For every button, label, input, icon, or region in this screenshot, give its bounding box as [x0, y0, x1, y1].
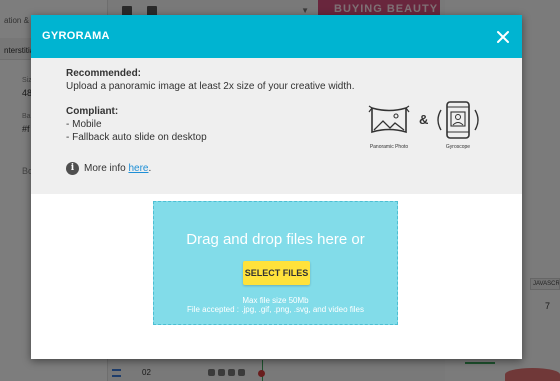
- ampersand: &: [419, 112, 429, 127]
- accepted-files: File accepted : .jpg, .gif, .png, .svg, …: [187, 305, 364, 314]
- select-files-button[interactable]: SELECT FILES: [243, 261, 310, 285]
- panoramic-photo-icon: [364, 100, 414, 145]
- gyroscope-caption: Gyroscope: [445, 144, 471, 150]
- more-info-suffix: .: [148, 163, 152, 174]
- info-icon: i: [66, 162, 79, 175]
- panoramic-photo-caption: Panoramic Photo: [369, 144, 409, 150]
- drop-zone-title: Drag and drop files here or: [186, 231, 365, 248]
- modal-header: GYRORAMA: [31, 15, 522, 58]
- gyroscope-icon: [433, 98, 483, 147]
- recommended-text: Upload a panoramic image at least 2x siz…: [66, 81, 355, 92]
- modal-title: GYRORAMA: [42, 30, 110, 42]
- recommended-title: Recommended:: [66, 68, 142, 79]
- file-drop-zone[interactable]: Drag and drop files here or SELECT FILES…: [153, 201, 398, 325]
- more-info-link[interactable]: here: [128, 163, 148, 174]
- compliant-item: - Fallback auto slide on desktop: [66, 132, 207, 143]
- compliant-title: Compliant:: [66, 106, 119, 117]
- max-file-size: Max file size 50Mb: [242, 296, 309, 305]
- close-button[interactable]: [493, 27, 513, 47]
- more-info-label: More info: [84, 163, 129, 174]
- compliant-item: - Mobile: [66, 119, 102, 130]
- close-icon: [497, 31, 509, 43]
- gyrorama-modal: GYRORAMA Recommended: Upload a panoramic…: [31, 15, 522, 359]
